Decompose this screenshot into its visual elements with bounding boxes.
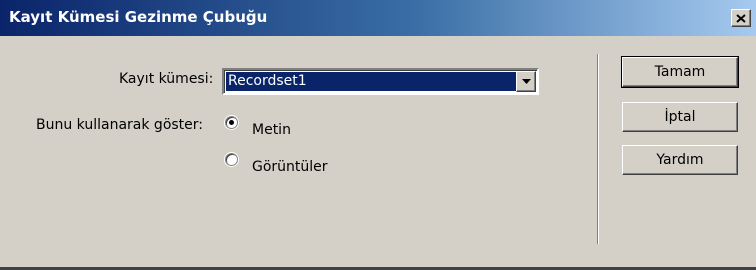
display-label: Bunu kullanarak göster: [36,117,204,133]
recordset-select[interactable]: Recordset1 [222,68,539,95]
radio-metin[interactable] [225,116,238,129]
recordset-selected-value: Recordset1 [226,72,516,91]
vertical-separator [597,54,599,244]
radio-selected-dot [229,120,234,125]
help-button[interactable]: Yardım [622,145,738,175]
title-bar[interactable]: Kayıt Kümesi Gezinme Çubuğu [0,0,756,36]
radio-goruntuler[interactable] [225,153,238,166]
recordset-label: Kayıt kümesi: [119,71,214,87]
cancel-button[interactable]: İptal [622,102,738,132]
window-title: Kayıt Kümesi Gezinme Çubuğu [9,8,268,26]
chevron-down-icon [521,79,531,84]
dropdown-button[interactable] [516,71,536,92]
ok-button[interactable]: Tamam [621,56,739,88]
radio-goruntuler-label[interactable]: Görüntüler [252,159,328,175]
close-button[interactable] [731,9,751,27]
radio-metin-label[interactable]: Metin [252,122,291,138]
close-icon [736,13,746,23]
dialog-window: Kayıt Kümesi Gezinme Çubuğu Kayıt kümesi… [0,0,756,270]
